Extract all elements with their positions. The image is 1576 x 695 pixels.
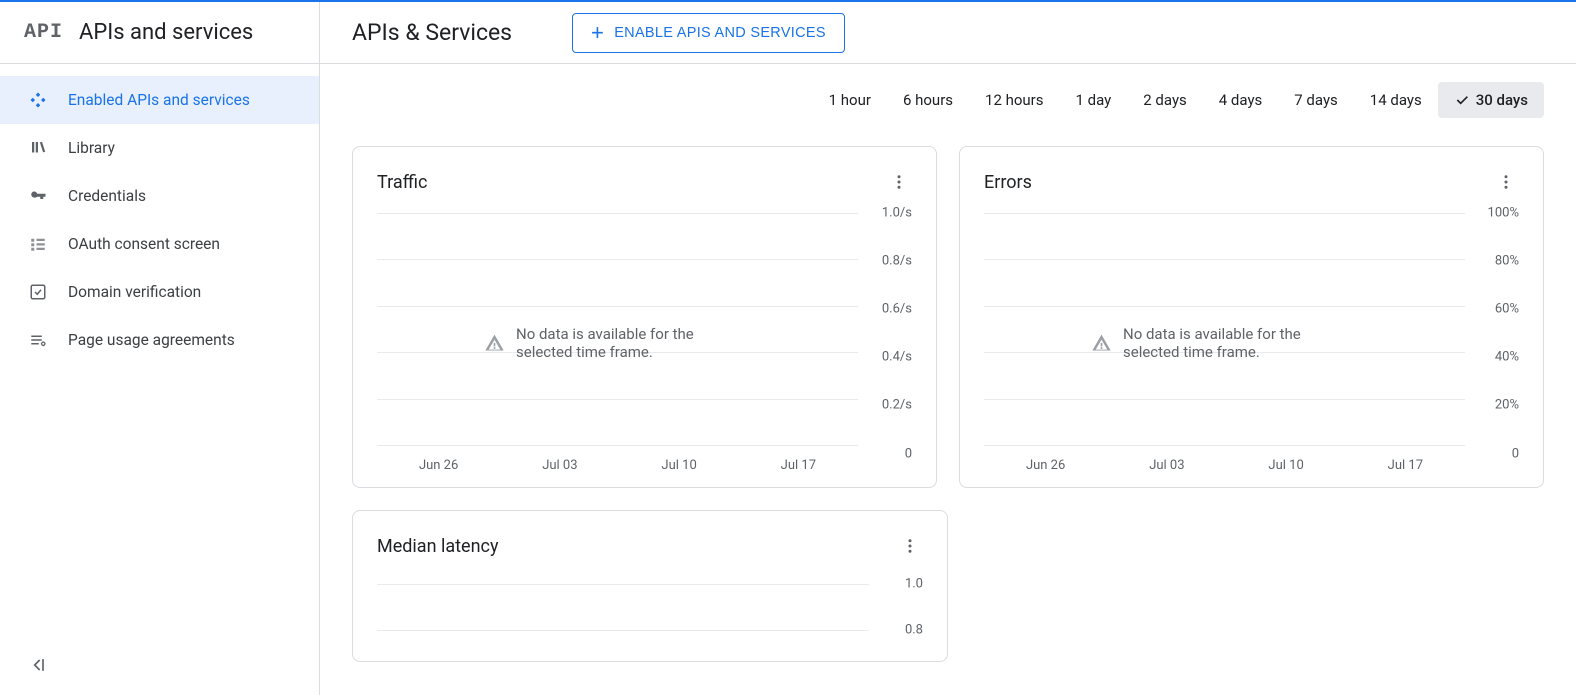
ytick: 0 <box>862 446 912 461</box>
timerange-14-days[interactable]: 14 days <box>1354 82 1438 118</box>
sidebar-item-label: Library <box>68 139 115 157</box>
nodata-text: No data is available for the selected ti… <box>1123 325 1359 361</box>
diamond-icon <box>28 90 48 110</box>
sidebar-item-label: Credentials <box>68 187 146 205</box>
enable-apis-button[interactable]: + ENABLE APIS AND SERVICES <box>572 13 845 53</box>
api-logo: API <box>24 21 63 44</box>
timerange-4-days[interactable]: 4 days <box>1203 82 1279 118</box>
latency-title: Median latency <box>377 536 498 557</box>
timerange-12-hours[interactable]: 12 hours <box>969 82 1060 118</box>
ytick: 0.4/s <box>862 350 912 365</box>
sidebar-title: APIs and services <box>79 20 253 45</box>
sidebar: API APIs and services Enabled APIs and s… <box>0 2 320 695</box>
traffic-more-button[interactable] <box>886 169 912 195</box>
xaxis: Jun 26 Jul 03 Jul 10 Jul 17 <box>984 458 1465 473</box>
collapse-sidebar-button[interactable] <box>28 655 48 675</box>
main-header: APIs & Services + ENABLE APIS AND SERVIC… <box>320 2 1576 64</box>
errors-card: Errors 10 <box>959 146 1544 488</box>
errors-more-button[interactable] <box>1493 169 1519 195</box>
agreements-icon <box>28 330 48 350</box>
nodata-text: No data is available for the selected ti… <box>516 325 752 361</box>
plus-icon: + <box>591 22 604 44</box>
sidebar-item-library[interactable]: Library <box>0 124 319 172</box>
ytick: 100% <box>1469 206 1519 221</box>
errors-nodata: No data is available for the selected ti… <box>1091 325 1359 361</box>
timerange-7-days[interactable]: 7 days <box>1278 82 1354 118</box>
timerange-6-hours[interactable]: 6 hours <box>887 82 969 118</box>
timerange-1-day[interactable]: 1 day <box>1060 82 1128 118</box>
sidebar-item-label: Page usage agreements <box>68 331 235 349</box>
errors-chart: 100% 80% 60% 40% 20% 0 Jun 26 Jul 03 Jul… <box>984 213 1519 473</box>
traffic-nodata: No data is available for the selected ti… <box>484 325 752 361</box>
xtick: Jul 03 <box>1149 458 1184 473</box>
page-title: APIs & Services <box>352 19 512 46</box>
ytick: 20% <box>1469 398 1519 413</box>
ytick: 0.2/s <box>862 398 912 413</box>
warning-icon <box>1091 333 1111 353</box>
check-icon <box>1454 92 1470 108</box>
traffic-card: Traffic 1 <box>352 146 937 488</box>
ytick: 0.8/s <box>862 254 912 269</box>
xtick: Jul 17 <box>1388 458 1423 473</box>
content: 1 hour 6 hours 12 hours 1 day 2 days 4 d… <box>320 64 1576 695</box>
sidebar-item-label: Domain verification <box>68 283 201 301</box>
timerange-label: 30 days <box>1476 91 1528 109</box>
warning-icon <box>484 333 504 353</box>
timerange-2-days[interactable]: 2 days <box>1127 82 1203 118</box>
timerange-1-hour[interactable]: 1 hour <box>813 82 887 118</box>
sidebar-item-credentials[interactable]: Credentials <box>0 172 319 220</box>
check-square-icon <box>28 282 48 302</box>
traffic-chart: 1.0/s 0.8/s 0.6/s 0.4/s 0.2/s 0 Jun 26 J… <box>377 213 912 473</box>
ytick: 1.0/s <box>862 206 912 221</box>
ytick: 40% <box>1469 350 1519 365</box>
more-vert-icon <box>1497 173 1515 191</box>
ytick: 0.6/s <box>862 302 912 317</box>
latency-more-button[interactable] <box>897 533 923 559</box>
ytick: 0 <box>1469 446 1519 461</box>
xtick: Jul 03 <box>542 458 577 473</box>
more-vert-icon <box>890 173 908 191</box>
main: APIs & Services + ENABLE APIS AND SERVIC… <box>320 2 1576 695</box>
xaxis: Jun 26 Jul 03 Jul 10 Jul 17 <box>377 458 858 473</box>
ytick: 80% <box>1469 254 1519 269</box>
xtick: Jul 10 <box>1268 458 1303 473</box>
sidebar-item-domain-verification[interactable]: Domain verification <box>0 268 319 316</box>
timerange-30-days[interactable]: 30 days <box>1438 82 1544 118</box>
xtick: Jun 26 <box>419 458 458 473</box>
sidebar-item-oauth-consent[interactable]: OAuth consent screen <box>0 220 319 268</box>
more-vert-icon <box>901 537 919 555</box>
xtick: Jul 17 <box>781 458 816 473</box>
sidebar-item-page-usage-agreements[interactable]: Page usage agreements <box>0 316 319 364</box>
consent-icon <box>28 234 48 254</box>
sidebar-item-label: Enabled APIs and services <box>68 91 250 109</box>
errors-title: Errors <box>984 172 1032 193</box>
key-icon <box>28 186 48 206</box>
sidebar-nav: Enabled APIs and services Library Creden… <box>0 64 319 639</box>
latency-chart: 1.0 0.8 <box>377 577 923 647</box>
xtick: Jun 26 <box>1026 458 1065 473</box>
ytick: 1.0 <box>873 577 923 592</box>
xtick: Jul 10 <box>661 458 696 473</box>
timerange-selector: 1 hour 6 hours 12 hours 1 day 2 days 4 d… <box>352 82 1544 118</box>
sidebar-item-enabled-apis[interactable]: Enabled APIs and services <box>0 76 319 124</box>
ytick: 0.8 <box>873 622 923 637</box>
sidebar-header: API APIs and services <box>0 2 319 64</box>
ytick: 60% <box>1469 302 1519 317</box>
library-icon <box>28 138 48 158</box>
sidebar-item-label: OAuth consent screen <box>68 235 220 253</box>
latency-card: Median latency 1.0 0.8 <box>352 510 948 662</box>
traffic-title: Traffic <box>377 172 427 193</box>
enable-apis-label: ENABLE APIS AND SERVICES <box>614 25 826 41</box>
